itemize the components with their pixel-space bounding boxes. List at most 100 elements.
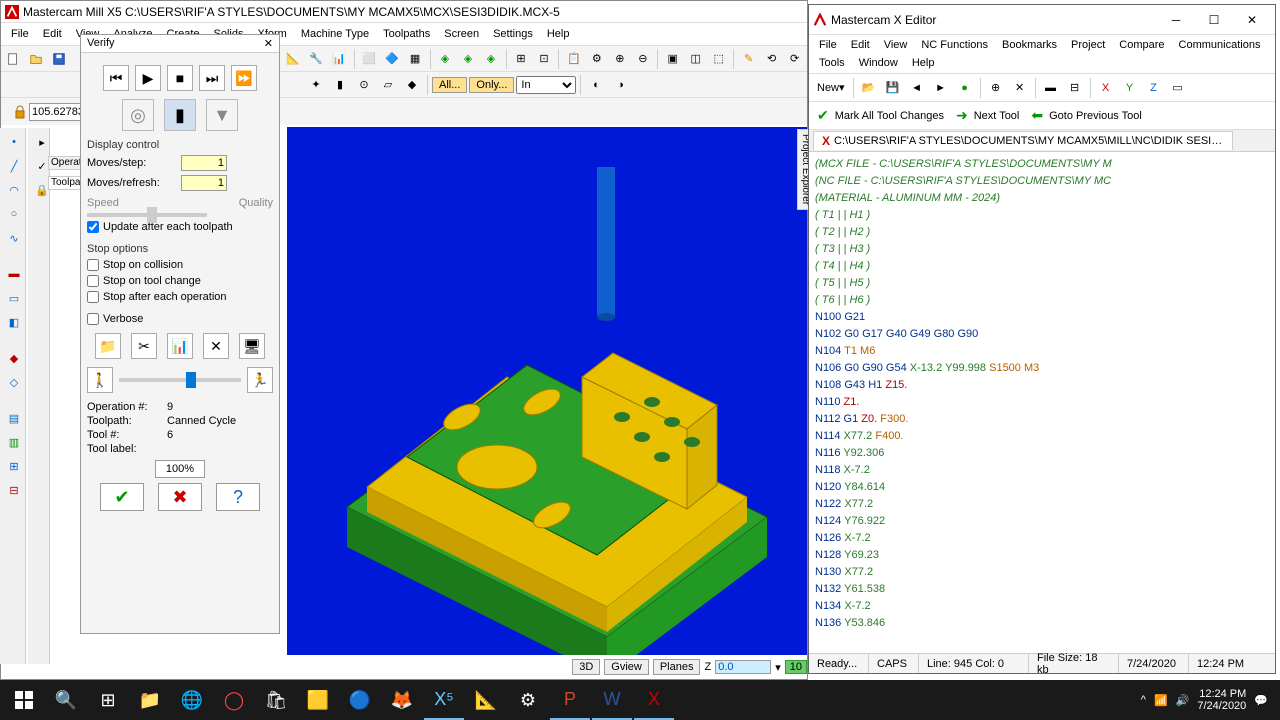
mc-icon[interactable]: X⁵ [424,680,464,720]
menu-edit[interactable]: Edit [37,26,68,42]
et-a[interactable]: ◄ [906,77,928,99]
help-button[interactable]: ? [216,483,260,511]
app2-icon[interactable]: 🔵 [340,680,380,720]
et-g[interactable]: ⊟ [1064,77,1086,99]
sb-r1[interactable]: ▬ [2,264,26,284]
tray-time[interactable]: 12:24 PM [1197,688,1246,700]
tray-date[interactable]: 7/24/2020 [1197,700,1246,712]
et-save-icon[interactable]: 💾 [882,77,904,99]
cube3-icon[interactable]: ◈ [481,48,502,70]
et-j[interactable]: Z [1143,77,1165,99]
tb-d[interactable]: ⬜ [359,48,380,70]
word-icon[interactable]: W [592,680,632,720]
emenu-nc[interactable]: NC Functions [915,37,994,53]
tb-m[interactable]: ▣ [662,48,683,70]
sb-r3[interactable]: ◧ [2,312,26,332]
sb-r2[interactable]: ▭ [2,288,26,308]
prev-label[interactable]: Goto Previous Tool [1049,110,1142,122]
tb-o[interactable]: ⬚ [708,48,729,70]
editor-tab[interactable]: XC:\USERS\RIF'A STYLES\DOCUMENTS\MY MCAM… [813,131,1233,150]
emenu-file[interactable]: File [813,37,843,53]
unit-select[interactable]: In [516,76,576,94]
viewport-3d[interactable] [287,127,807,655]
tb-f[interactable]: ▦ [405,48,426,70]
tb-k[interactable]: ⊕ [609,48,630,70]
opera-icon[interactable]: ◯ [214,680,254,720]
app3-icon[interactable]: 📐 [466,680,506,720]
emenu-win[interactable]: Window [853,55,904,71]
editor-close-button[interactable]: ✕ [1233,10,1271,30]
sb-t2[interactable]: ▥ [2,432,26,452]
et-h[interactable]: X [1095,77,1117,99]
cube-icon[interactable]: ◈ [435,48,456,70]
code-area[interactable]: (MCX FILE - C:\USERS\RIF'A STYLES\DOCUME… [809,152,1275,642]
vf4[interactable]: ✕ [203,333,229,359]
stop-each-op-checkbox[interactable] [87,291,99,303]
next-label[interactable]: Next Tool [974,110,1020,122]
vf2[interactable]: ✂ [131,333,157,359]
open-icon[interactable] [26,48,47,70]
operations-tab[interactable]: Operations [48,156,82,170]
sb-s2[interactable]: ◇ [2,372,26,392]
et-b[interactable]: ► [930,77,952,99]
tray-wifi-icon[interactable]: 📶 [1154,694,1168,707]
app1-icon[interactable]: 🟨 [298,680,338,720]
tb-e[interactable]: 🔷 [382,48,403,70]
run-slider[interactable] [119,378,241,382]
stop-button[interactable]: ■ [167,65,193,91]
moves-refresh-input[interactable] [181,175,227,191]
t2d[interactable]: ▱ [377,74,399,96]
vf1[interactable]: 📁 [95,333,121,359]
update-checkbox[interactable] [87,221,99,233]
store-icon[interactable]: 🛍 [256,680,296,720]
et-f[interactable]: ▬ [1040,77,1062,99]
et-k[interactable]: ▭ [1167,77,1189,99]
editor-icon[interactable]: X [634,680,674,720]
new-icon[interactable] [3,48,24,70]
sb-spl[interactable]: ∿ [2,228,26,248]
tb-j[interactable]: ⚙ [586,48,607,70]
tb-c[interactable]: 📊 [329,48,350,70]
emenu-edit[interactable]: Edit [845,37,876,53]
tb-i[interactable]: 📋 [563,48,584,70]
emenu-tools[interactable]: Tools [813,55,851,71]
z-value[interactable]: 0.0 [715,660,771,674]
vf3[interactable]: 📊 [167,333,193,359]
emenu-help[interactable]: Help [906,55,941,71]
sb-t4[interactable]: ⊟ [2,480,26,500]
menu-toolpaths[interactable]: Toolpaths [377,26,436,42]
emenu-bm[interactable]: Bookmarks [996,37,1063,53]
ff-button[interactable]: ⏩ [231,65,257,91]
tb-a[interactable]: 📐 [283,48,304,70]
start-button[interactable] [4,680,44,720]
et-i[interactable]: Y [1119,77,1141,99]
t2f[interactable]: ◐ [585,74,607,96]
emenu-proj[interactable]: Project [1065,37,1111,53]
play-button[interactable]: ▶ [135,65,161,91]
t2a[interactable]: ✦ [305,74,327,96]
tb-l[interactable]: ⊖ [632,48,653,70]
et-d[interactable]: ⊕ [985,77,1007,99]
firefox-icon[interactable]: 🦊 [382,680,422,720]
only-button[interactable]: Only... [469,77,514,93]
walk-icon[interactable]: 🚶 [87,367,113,393]
emenu-cmp[interactable]: Compare [1113,37,1170,53]
ppt-icon[interactable]: P [550,680,590,720]
taskview-icon[interactable]: ⊞ [88,680,128,720]
verify-close-icon[interactable]: ✕ [264,37,273,50]
tb-g[interactable]: ⊞ [510,48,531,70]
all-button[interactable]: All... [432,77,467,93]
chrome-icon[interactable]: 🌐 [172,680,212,720]
tb-p[interactable]: ⟲ [761,48,782,70]
sb-ln[interactable]: ╱ [2,156,26,176]
search-icon[interactable]: 🔍 [46,680,86,720]
toolpaths-tab[interactable]: Toolpaths [48,176,82,190]
verbose-checkbox[interactable] [87,313,99,325]
speed-slider[interactable] [87,213,207,217]
planes-button[interactable]: Planes [653,659,701,675]
t2b[interactable]: ▮ [329,74,351,96]
new-button[interactable]: New ▾ [813,77,849,99]
gview-button[interactable]: Gview [604,659,649,675]
step-button[interactable]: ⏭ [199,65,225,91]
sb-s1[interactable]: ◆ [2,348,26,368]
